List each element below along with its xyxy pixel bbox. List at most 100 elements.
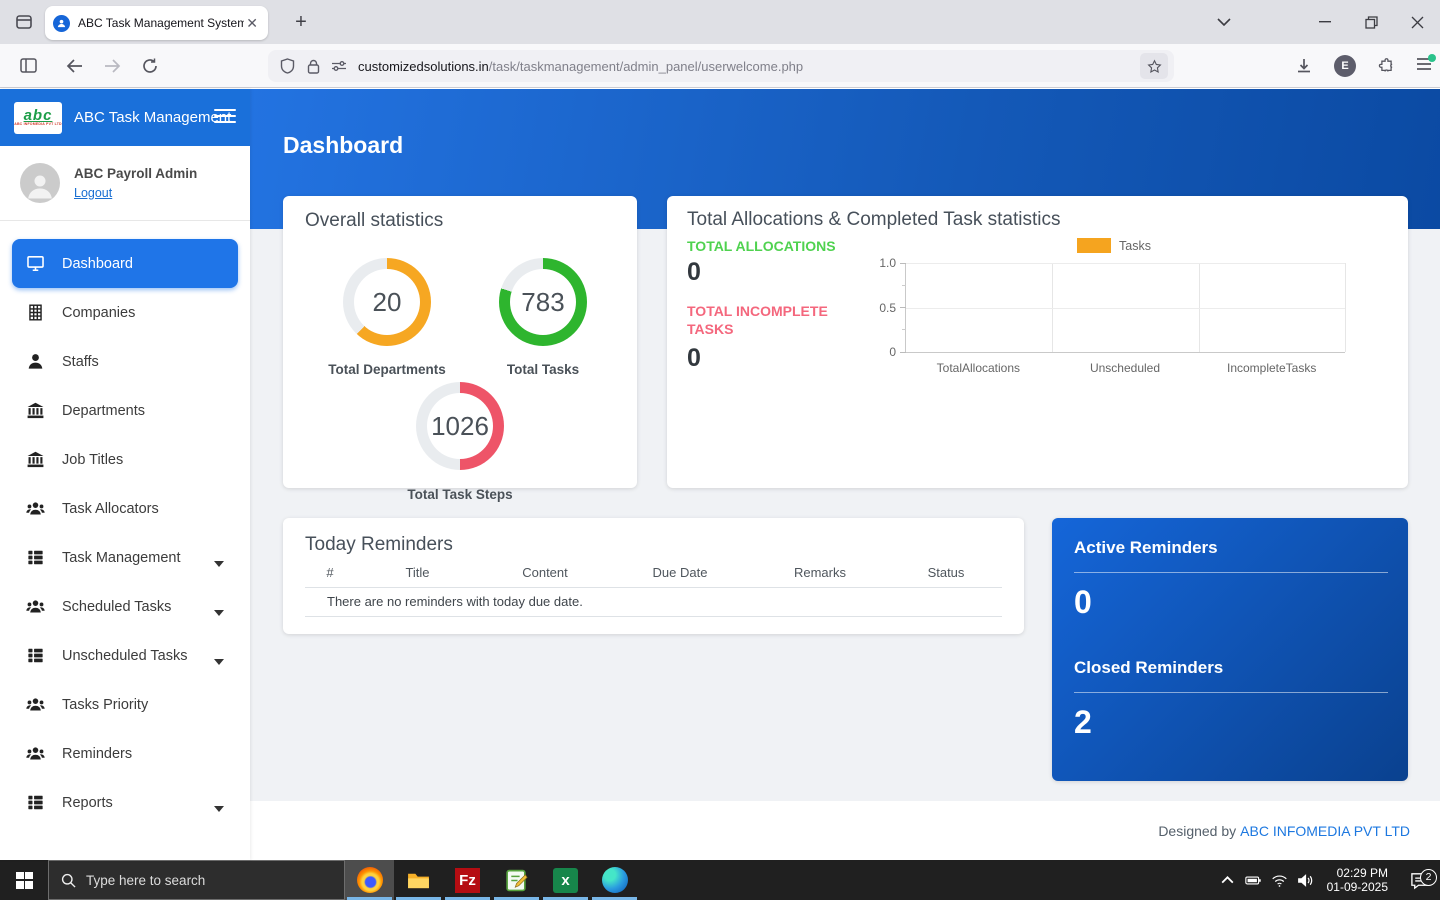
donut-value: 20 xyxy=(354,269,420,335)
bookmark-star-icon[interactable] xyxy=(1140,53,1168,79)
column-header-remarks: Remarks xyxy=(750,565,890,580)
sidebar-item-tasks-priority[interactable]: Tasks Priority xyxy=(12,680,238,729)
lock-icon[interactable] xyxy=(300,53,326,79)
donut-label: Total Tasks xyxy=(463,362,623,377)
close-window-button[interactable] xyxy=(1394,0,1440,44)
app-menu-button[interactable] xyxy=(1416,57,1432,76)
closed-reminders-value: 2 xyxy=(1074,704,1092,741)
taskbar-clock[interactable]: 02:29 PM 01-09-2025 xyxy=(1327,866,1388,894)
y-axis-tick-label: 0 xyxy=(889,345,896,359)
y-axis-tick xyxy=(900,352,906,353)
footer-company-link[interactable]: ABC INFOMEDIA PVT LTD xyxy=(1240,823,1410,839)
start-button[interactable] xyxy=(0,860,48,900)
legend-label: Tasks xyxy=(1119,239,1151,253)
x-axis-label: Unscheduled xyxy=(1052,361,1199,375)
taskbar-app-firefox[interactable] xyxy=(345,860,394,900)
closed-reminders-label: Closed Reminders xyxy=(1074,658,1223,678)
user-name: ABC Payroll Admin xyxy=(74,166,197,181)
caret-down-icon xyxy=(214,653,224,659)
battery-icon[interactable] xyxy=(1241,872,1267,889)
gridline xyxy=(1345,263,1346,352)
users-icon xyxy=(26,499,48,519)
sidebar-item-label: Task Allocators xyxy=(62,501,159,517)
tray-chevron-icon[interactable] xyxy=(1215,872,1241,889)
main-content: Dashboard Overall statistics 20Total Dep… xyxy=(250,89,1440,860)
tab-title: ABC Task Management System xyxy=(78,16,244,30)
taskbar-search[interactable]: Type here to search xyxy=(48,860,345,900)
sidebar-item-staffs[interactable]: Staffs xyxy=(12,337,238,386)
y-axis-tick xyxy=(900,263,906,264)
bank-icon xyxy=(26,401,48,421)
list-icon xyxy=(26,793,48,813)
list-tabs-chevron-icon[interactable] xyxy=(1201,0,1247,44)
taskbar-app-edge[interactable] xyxy=(590,860,639,900)
sidebar-item-label: Staffs xyxy=(62,354,99,370)
permissions-icon[interactable] xyxy=(326,53,352,79)
minimize-button[interactable] xyxy=(1302,0,1348,44)
sidebar-item-task-allocators[interactable]: Task Allocators xyxy=(12,484,238,533)
sidebar-item-label: Unscheduled Tasks xyxy=(62,648,187,664)
sidebar-item-dashboard[interactable]: Dashboard xyxy=(12,239,238,288)
footer-text: Designed by xyxy=(1158,823,1236,839)
reload-button[interactable] xyxy=(134,50,166,82)
taskbar-app-editor[interactable] xyxy=(492,860,541,900)
extensions-puzzle-icon[interactable] xyxy=(1370,50,1402,82)
sidebar-menu: DashboardCompanies Staffs DepartmentsJob T… xyxy=(0,221,250,845)
sidebar-item-scheduled-tasks[interactable]: Scheduled Tasks xyxy=(12,582,238,631)
active-reminders-label: Active Reminders xyxy=(1074,538,1218,558)
donut-total-departments: 20 xyxy=(343,258,431,346)
desktop-icon xyxy=(26,254,48,274)
url-domain: customizedsolutions.in xyxy=(358,59,489,74)
filezilla-icon: Fz xyxy=(455,868,480,893)
sidebar-item-label: Task Management xyxy=(62,550,180,566)
sidebar-item-job-titles[interactable]: Job Titles xyxy=(12,435,238,484)
tab-close-icon[interactable]: ✕ xyxy=(244,15,260,32)
wifi-icon[interactable] xyxy=(1267,872,1293,889)
logout-link[interactable]: Logout xyxy=(74,186,112,200)
page-title: Dashboard xyxy=(283,132,403,159)
users-icon xyxy=(26,744,48,764)
list-icon xyxy=(26,646,48,666)
taskbar-app-excel[interactable]: x xyxy=(541,860,590,900)
back-button[interactable] xyxy=(58,50,90,82)
shield-icon[interactable] xyxy=(274,53,300,79)
account-button[interactable]: E xyxy=(1334,55,1356,77)
text-editor-icon xyxy=(504,867,530,893)
downloads-icon[interactable] xyxy=(1288,50,1320,82)
sidebar-item-label: Scheduled Tasks xyxy=(62,599,171,615)
reminders-empty-row: There are no reminders with today due da… xyxy=(305,588,1002,617)
forward-button[interactable] xyxy=(96,50,128,82)
taskbar-app-explorer[interactable] xyxy=(394,860,443,900)
url-bar[interactable]: customizedsolutions.in/task/taskmanageme… xyxy=(268,50,1174,82)
sidebar-item-departments[interactable]: Departments xyxy=(12,386,238,435)
list-icon xyxy=(26,548,48,568)
action-center-button[interactable]: 2 xyxy=(1398,871,1440,890)
reminders-table-header: #TitleContentDue DateRemarksStatus xyxy=(305,565,1002,588)
active-reminders-value: 0 xyxy=(1074,584,1092,621)
taskbar-app-filezilla[interactable]: Fz xyxy=(443,860,492,900)
speaker-icon[interactable] xyxy=(1293,872,1319,889)
sidebar-item-reports[interactable]: Reports xyxy=(12,778,238,827)
sidebar-toggle-icon[interactable] xyxy=(12,50,44,82)
divider xyxy=(1074,692,1388,693)
sidebar-item-companies[interactable]: Companies xyxy=(12,288,238,337)
sidebar-item-label: Tasks Priority xyxy=(62,697,148,713)
sidebar-item-task-management[interactable]: Task Management xyxy=(12,533,238,582)
new-tab-button[interactable]: + xyxy=(288,10,314,34)
browser-tab[interactable]: ABC Task Management System ✕ xyxy=(45,6,268,40)
legend-swatch xyxy=(1077,238,1111,253)
overall-statistics-card: Overall statistics 20Total Departments78… xyxy=(283,196,637,488)
sidebar-item-unscheduled-tasks[interactable]: Unscheduled Tasks xyxy=(12,631,238,680)
allocations-title: Total Allocations & Completed Task stati… xyxy=(687,209,1061,231)
allocations-card: Total Allocations & Completed Task stati… xyxy=(667,196,1408,488)
total-incomplete-label: TOTAL INCOMPLETE TASKS xyxy=(687,302,837,338)
window-controls xyxy=(1201,0,1440,44)
url-text: customizedsolutions.in/task/taskmanageme… xyxy=(358,59,1140,74)
abc-logo: abc ABC INFOMEDIA PVT LTD xyxy=(14,102,62,134)
toolbar-right-icons: E xyxy=(1288,50,1432,82)
restore-button[interactable] xyxy=(1348,0,1394,44)
sidebar-hamburger-icon[interactable] xyxy=(214,105,236,127)
column-header-title: Title xyxy=(355,565,480,580)
firefox-view-icon[interactable] xyxy=(10,8,38,36)
sidebar-item-reminders[interactable]: Reminders xyxy=(12,729,238,778)
